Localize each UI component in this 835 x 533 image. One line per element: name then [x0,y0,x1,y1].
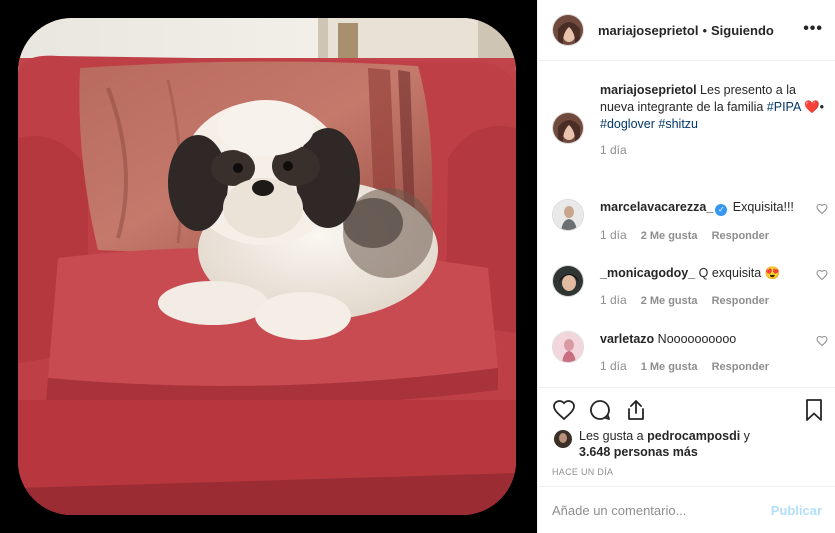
likes-summary: Les gusta a pedrocamposdi y 3.648 person… [552,428,822,460]
comment-meta: 1 día 2 Me gusta Responder [600,293,822,307]
post-photo-area [0,0,537,533]
likes-text: Les gusta a pedrocamposdi y 3.648 person… [579,428,822,460]
comment-meta: 1 día 1 Me gusta Responder [600,359,822,373]
publish-button[interactable]: Publicar [771,503,822,518]
more-horizontal-icon[interactable]: ••• [803,20,823,38]
verified-badge-icon: ✓ [715,204,728,216]
likes-count[interactable]: 3.648 personas más [579,445,698,459]
comments-list[interactable]: mariajoseprietol Les presento a la nueva… [538,61,835,387]
caption-time[interactable]: 1 día [600,143,832,157]
comment-likes[interactable]: 1 Me gusta [641,361,698,373]
header-separator: • [702,22,707,38]
bookmark-icon[interactable] [802,398,826,422]
comment-username[interactable]: _monicagodoy_ [600,266,695,280]
commenter-avatar[interactable] [552,265,584,297]
add-comment-bar: Publicar [538,486,835,533]
comment-text: _monicagodoy_ Q exquisita 😍 [600,265,822,281]
like-comment-heart-icon[interactable] [816,203,828,215]
comment-text: marcelavacarezza_ ✓ Exquisita!!! [600,199,822,216]
liker-avatar[interactable] [554,430,572,448]
comment-item: marcelavacarezza_ ✓ Exquisita!!! 1 día 2 … [552,199,828,242]
comment-item: _monicagodoy_ Q exquisita 😍 1 día 2 Me g… [552,265,828,307]
caption-text: mariajoseprietol Les presento a la nueva… [600,82,832,133]
post-photo[interactable] [18,18,516,515]
post-side-panel: mariajoseprietol • Siguiendo ••• mariajo… [537,0,835,533]
puppy-on-red-armchair-image [18,18,516,515]
author-avatar[interactable] [552,14,584,46]
hashtag-doglover[interactable]: #doglover [600,117,655,131]
post-actions: Les gusta a pedrocamposdi y 3.648 person… [538,387,835,486]
comment-username[interactable]: varletazo [600,332,654,346]
reply-button[interactable]: Responder [712,230,769,242]
like-comment-heart-icon[interactable] [816,269,828,281]
reply-button[interactable]: Responder [712,295,769,307]
share-icon[interactable] [624,398,648,422]
comment-meta: 1 día 2 Me gusta Responder [600,228,822,242]
reply-button[interactable]: Responder [712,361,769,373]
comment-text: varletazo Noooooooooo [600,331,822,347]
author-username[interactable]: mariajoseprietol [598,23,698,38]
following-button[interactable]: Siguiendo [711,23,774,38]
post-header: mariajoseprietol • Siguiendo ••• [538,0,835,61]
likes-middle: y [740,429,750,443]
post-caption: mariajoseprietol Les presento a la nueva… [552,82,832,157]
post-timestamp[interactable]: HACE UN DÍA [552,467,613,477]
comment-likes[interactable]: 2 Me gusta [641,230,698,242]
hashtag-pipa[interactable]: #PIPA [767,100,801,114]
comment-likes[interactable]: 2 Me gusta [641,295,698,307]
comment-item: varletazo Noooooooooo 1 día 1 Me gusta R… [552,331,828,373]
comment-username[interactable]: marcelavacarezza_ [600,200,713,214]
caption-body-2: ❤️• [800,100,825,114]
commenter-avatar[interactable] [552,331,584,363]
comment-time[interactable]: 1 día [600,359,627,373]
comment-time[interactable]: 1 día [600,228,627,242]
caption-author-avatar[interactable] [552,112,584,144]
comment-time[interactable]: 1 día [600,293,627,307]
action-icons [552,398,648,422]
comment-body: Noooooooooo [654,332,737,346]
caption-username[interactable]: mariajoseprietol [600,83,697,97]
comment-body: Q exquisita 😍 [695,266,781,280]
hashtag-shitzu[interactable]: #shitzu [658,117,698,131]
likes-prefix: Les gusta a [579,429,648,443]
comment-icon[interactable] [588,398,612,422]
commenter-avatar[interactable] [552,199,584,231]
comment-body: Exquisita!!! [729,200,794,214]
liker-username[interactable]: pedrocamposdi [647,429,740,443]
like-comment-heart-icon[interactable] [816,335,828,347]
comment-input[interactable] [552,502,771,518]
heart-icon[interactable] [552,398,576,422]
